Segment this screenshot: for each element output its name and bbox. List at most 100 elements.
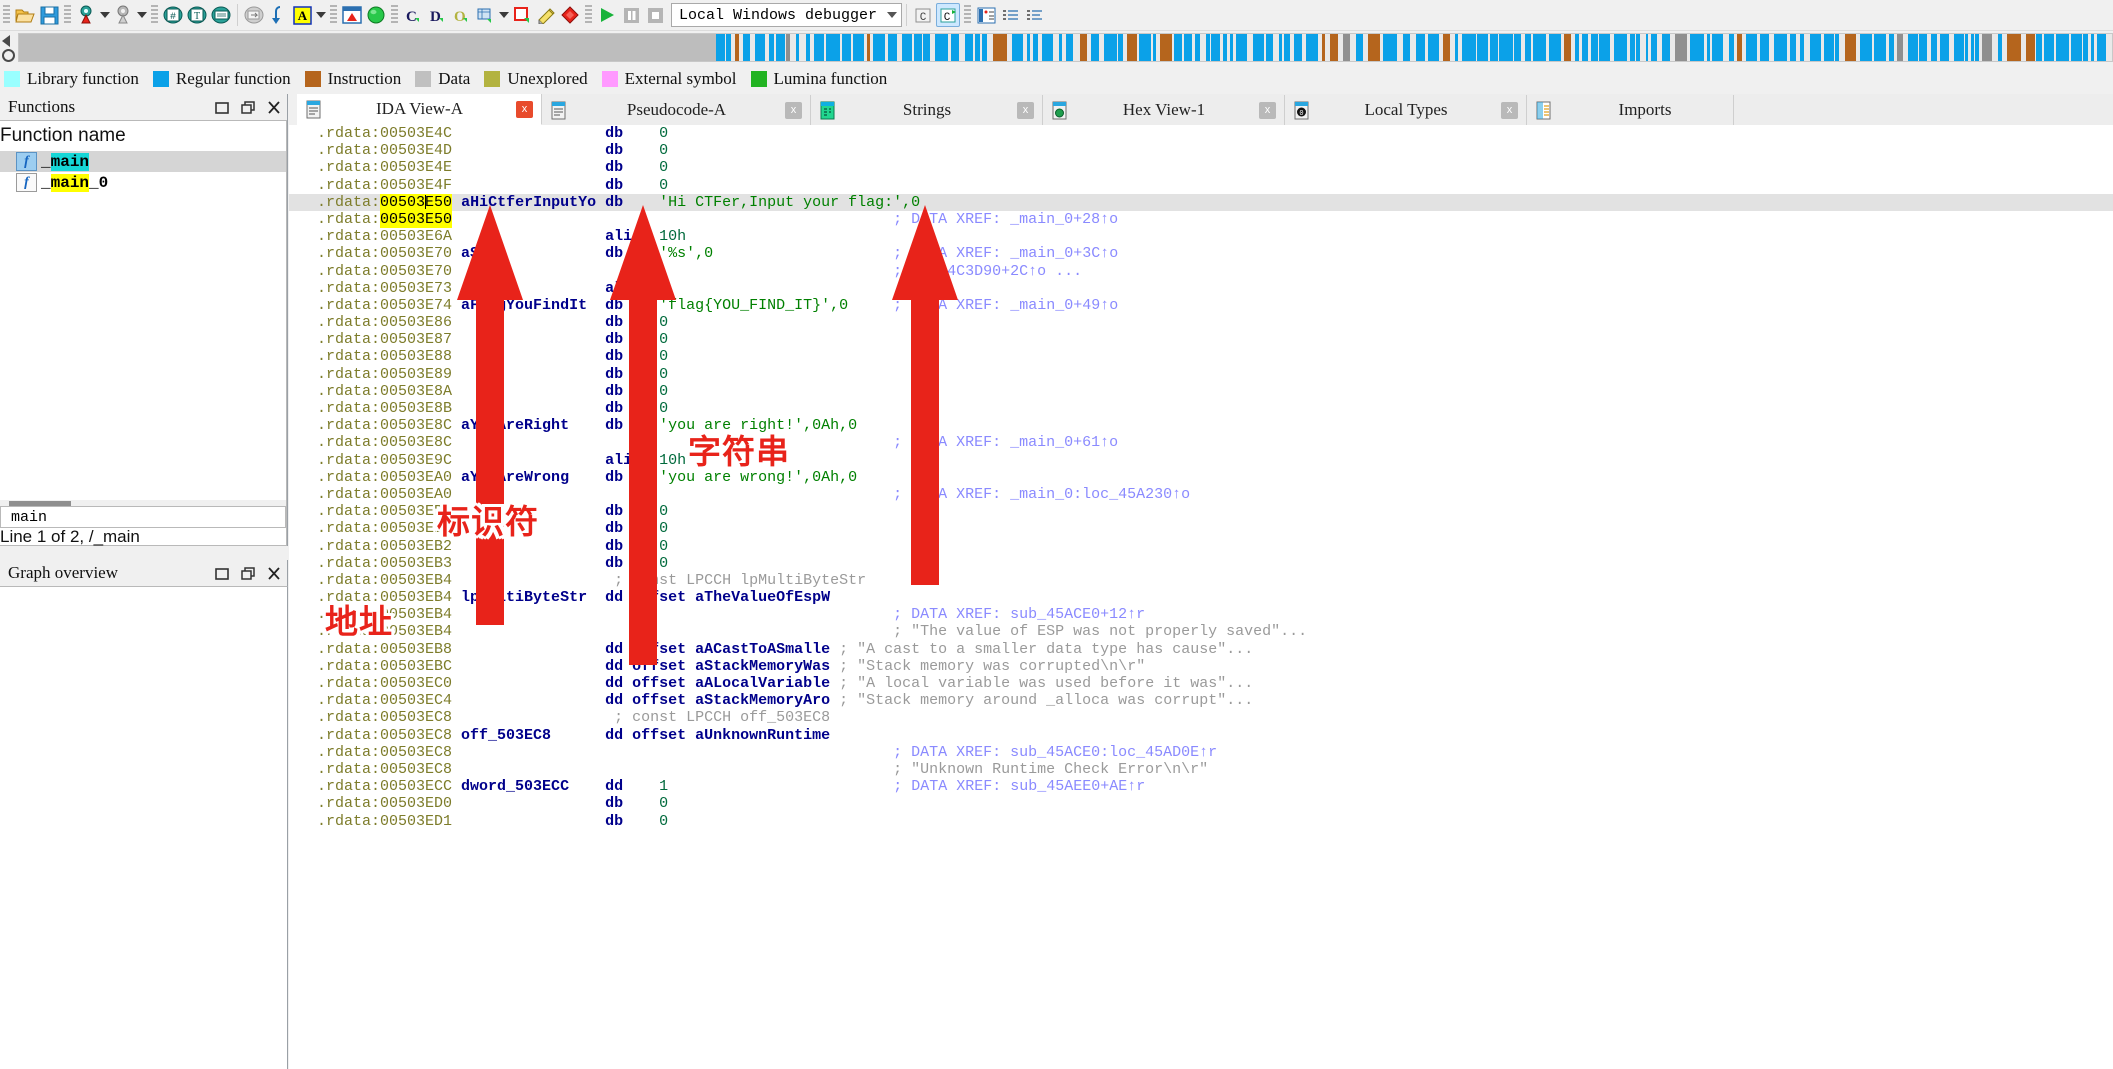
tab-strings[interactable]: Strings x [811,95,1043,125]
disassembly-line[interactable]: .rdata:00503E88 db 0 [289,348,2113,365]
tab-ida-view-a[interactable]: IDA View-A x [297,94,542,125]
list-button[interactable] [999,4,1021,26]
disassembly-line[interactable]: .rdata:00503E50 ; DATA XREF: _main_0+28↑… [289,210,2113,228]
breakpoint-button[interactable] [559,4,581,26]
disassembly-line[interactable]: .rdata:00503E89 db 0 [289,366,2113,383]
disassembly-line[interactable]: .rdata:00503EB3 db 0 [289,555,2113,572]
disassembly-line[interactable]: .rdata:00503E8A db 0 [289,383,2113,400]
disassembly-line[interactable]: .rdata:00503EB2 db 0 [289,538,2113,555]
struct-dropdown[interactable] [497,4,510,26]
navigate-forward-dropdown[interactable] [135,4,148,26]
restore-icon[interactable] [235,95,261,119]
disassembly-line[interactable]: .rdata:00503E74 aFlagYouFindIt db 'flag{… [289,297,2113,314]
functions-filter-input[interactable]: main [0,506,286,528]
disassembly-line[interactable]: .rdata:00503EC8 off_503EC8 dd offset aUn… [289,727,2113,744]
disassembly-line[interactable]: .rdata:00503E70 aS db '%s',0 ; DATA XREF… [289,245,2113,262]
struct-button[interactable] [474,4,496,26]
maximize-icon[interactable] [209,561,235,585]
line-symbol-name[interactable]: aFlagYouFindIt [461,297,587,314]
line-symbol-name[interactable]: aHiCtferInputYo [461,194,596,211]
disassembly-line[interactable]: .rdata:00503E6A align 10h [289,228,2113,245]
jump-down-button[interactable] [267,4,289,26]
text-view-button[interactable]: T [186,4,208,26]
toolbar-grip-4[interactable] [330,5,337,25]
toolbar-grip-2[interactable] [64,5,71,25]
disassembly-line[interactable]: .rdata:00503E86 db 0 [289,314,2113,331]
function-list-item[interactable]: f _main [0,151,286,172]
disassembly-view[interactable]: .rdata:00503E4C db 0 .rdata:00503E4D db 0… [289,125,2113,1069]
disassembly-line[interactable]: .rdata:00503E4C db 0 [289,125,2113,142]
disassembly-line[interactable]: .rdata:00503EA0 ; DATA XREF: _main_0:loc… [289,486,2113,503]
disassembly-line[interactable]: .rdata:00503EB1 db 0 [289,520,2113,537]
jump-to-button[interactable] [243,4,265,26]
maximize-icon[interactable] [209,95,235,119]
disassembly-line[interactable]: .rdata:00503ECC dword_503ECC dd 1 ; DATA… [289,778,2113,795]
create-function-button[interactable] [511,4,533,26]
toolbar-grip-5[interactable] [391,5,398,25]
navigate-back-button[interactable] [75,4,97,26]
line-symbol-name[interactable]: aS [461,245,479,262]
navigate-forward-button[interactable] [112,4,134,26]
disassembly-line[interactable]: .rdata:00503EB4 ; "The value of ESP was … [289,623,2113,640]
disassembly-line[interactable]: .rdata:00503EC4 dd offset aStackMemoryAr… [289,692,2113,709]
line-symbol-name[interactable]: aYouAreRight [461,417,569,434]
graph-button[interactable] [341,4,363,26]
close-icon[interactable] [261,561,287,585]
open-file-button[interactable] [14,4,36,26]
navband-strip[interactable] [18,33,2113,62]
disassembly-line[interactable]: .rdata:00503E8C aYouAreRight db 'you are… [289,417,2113,434]
toolbar-grip-6[interactable] [585,5,592,25]
tab-close-button[interactable]: x [1259,101,1276,119]
pause-button[interactable] [620,4,642,26]
line-symbol-name[interactable]: aYouAreWrong [461,469,569,486]
disassembly-line[interactable]: .rdata:00503EB4 ; const LPCCH lpMultiByt… [289,572,2113,589]
disassembly-line[interactable]: .rdata:00503E9C align 10h [289,452,2113,469]
save-file-button[interactable] [38,4,60,26]
proximity-button[interactable] [365,4,387,26]
disassembly-line[interactable]: .rdata:00503EBC dd offset aStackMemoryWa… [289,658,2113,675]
disassembly-line[interactable]: .rdata:00503EB0 db 0 [289,503,2113,520]
disassembly-line[interactable]: .rdata:00503E4F db 0 [289,177,2113,194]
unexplored-button[interactable]: O [450,4,472,26]
hex-view-button[interactable]: # [162,4,184,26]
disassembly-line[interactable]: .rdata:00503EA0 aYouAreWrong db 'you are… [289,469,2113,486]
disassembly-line[interactable]: .rdata:00503EB8 dd offset aACastToASmall… [289,641,2113,658]
graph-overview-body[interactable] [0,586,288,1069]
step-over-button[interactable]: C [912,4,934,26]
disassembly-line[interactable]: .rdata:00503E8B db 0 [289,400,2113,417]
alpha-button[interactable]: A [291,4,313,26]
disassembly-line[interactable]: .rdata:00503E4D db 0 [289,142,2113,159]
navigation-band[interactable] [0,31,2113,64]
disassembly-line[interactable]: .rdata:00503EC8 ; const LPCCH off_503EC8 [289,709,2113,726]
navigate-back-dropdown[interactable] [98,4,111,26]
tab-local-types[interactable]: 0 Local Types x [1285,95,1527,125]
disassembly-line[interactable]: .rdata:00503E8C ; DATA XREF: _main_0+61↑… [289,434,2113,451]
list-alt-button[interactable] [1023,4,1045,26]
tab-imports[interactable]: Imports [1527,95,1734,125]
disassembly-line[interactable]: .rdata:00503E73 align 4 [289,280,2113,297]
tab-close-button[interactable]: x [1501,101,1518,119]
close-icon[interactable] [261,95,287,119]
disassembly-line[interactable]: .rdata:00503E50 aHiCtferInputYo db 'Hi C… [289,193,2113,211]
tab-close-button[interactable]: x [516,100,533,118]
disassembly-line[interactable]: .rdata:00503EC8 ; "Unknown Runtime Check… [289,761,2113,778]
tab-pseudocode-a[interactable]: Pseudocode-A x [542,95,811,125]
tab-hex-view-1[interactable]: Hex View-1 x [1043,95,1285,125]
disassembly-line[interactable]: .rdata:00503EB4 ; DATA XREF: sub_45ACE0+… [289,606,2113,623]
data-button[interactable]: D [426,4,448,26]
disassembly-line[interactable]: .rdata:00503E87 db 0 [289,331,2113,348]
disassembly-line[interactable]: .rdata:00503ED0 db 0 [289,795,2113,812]
strings-view-button[interactable] [210,4,232,26]
step-into-button[interactable]: C [936,3,960,27]
disassembly-line[interactable]: .rdata:00503EC8 ; DATA XREF: sub_45ACE0:… [289,744,2113,761]
code-button[interactable]: C [402,4,424,26]
disassembly-line[interactable]: .rdata:00503ED1 db 0 [289,813,2113,830]
tab-close-button[interactable]: x [1017,101,1034,119]
stop-button[interactable] [644,4,666,26]
tab-close-button[interactable]: x [785,101,802,119]
registers-button[interactable] [975,4,997,26]
edit-button[interactable] [535,4,557,26]
functions-column-header[interactable]: Function name [0,121,286,151]
line-symbol-name[interactable]: dword_503ECC [461,778,569,795]
line-symbol-name[interactable]: lpMultiByteStr [461,589,587,606]
